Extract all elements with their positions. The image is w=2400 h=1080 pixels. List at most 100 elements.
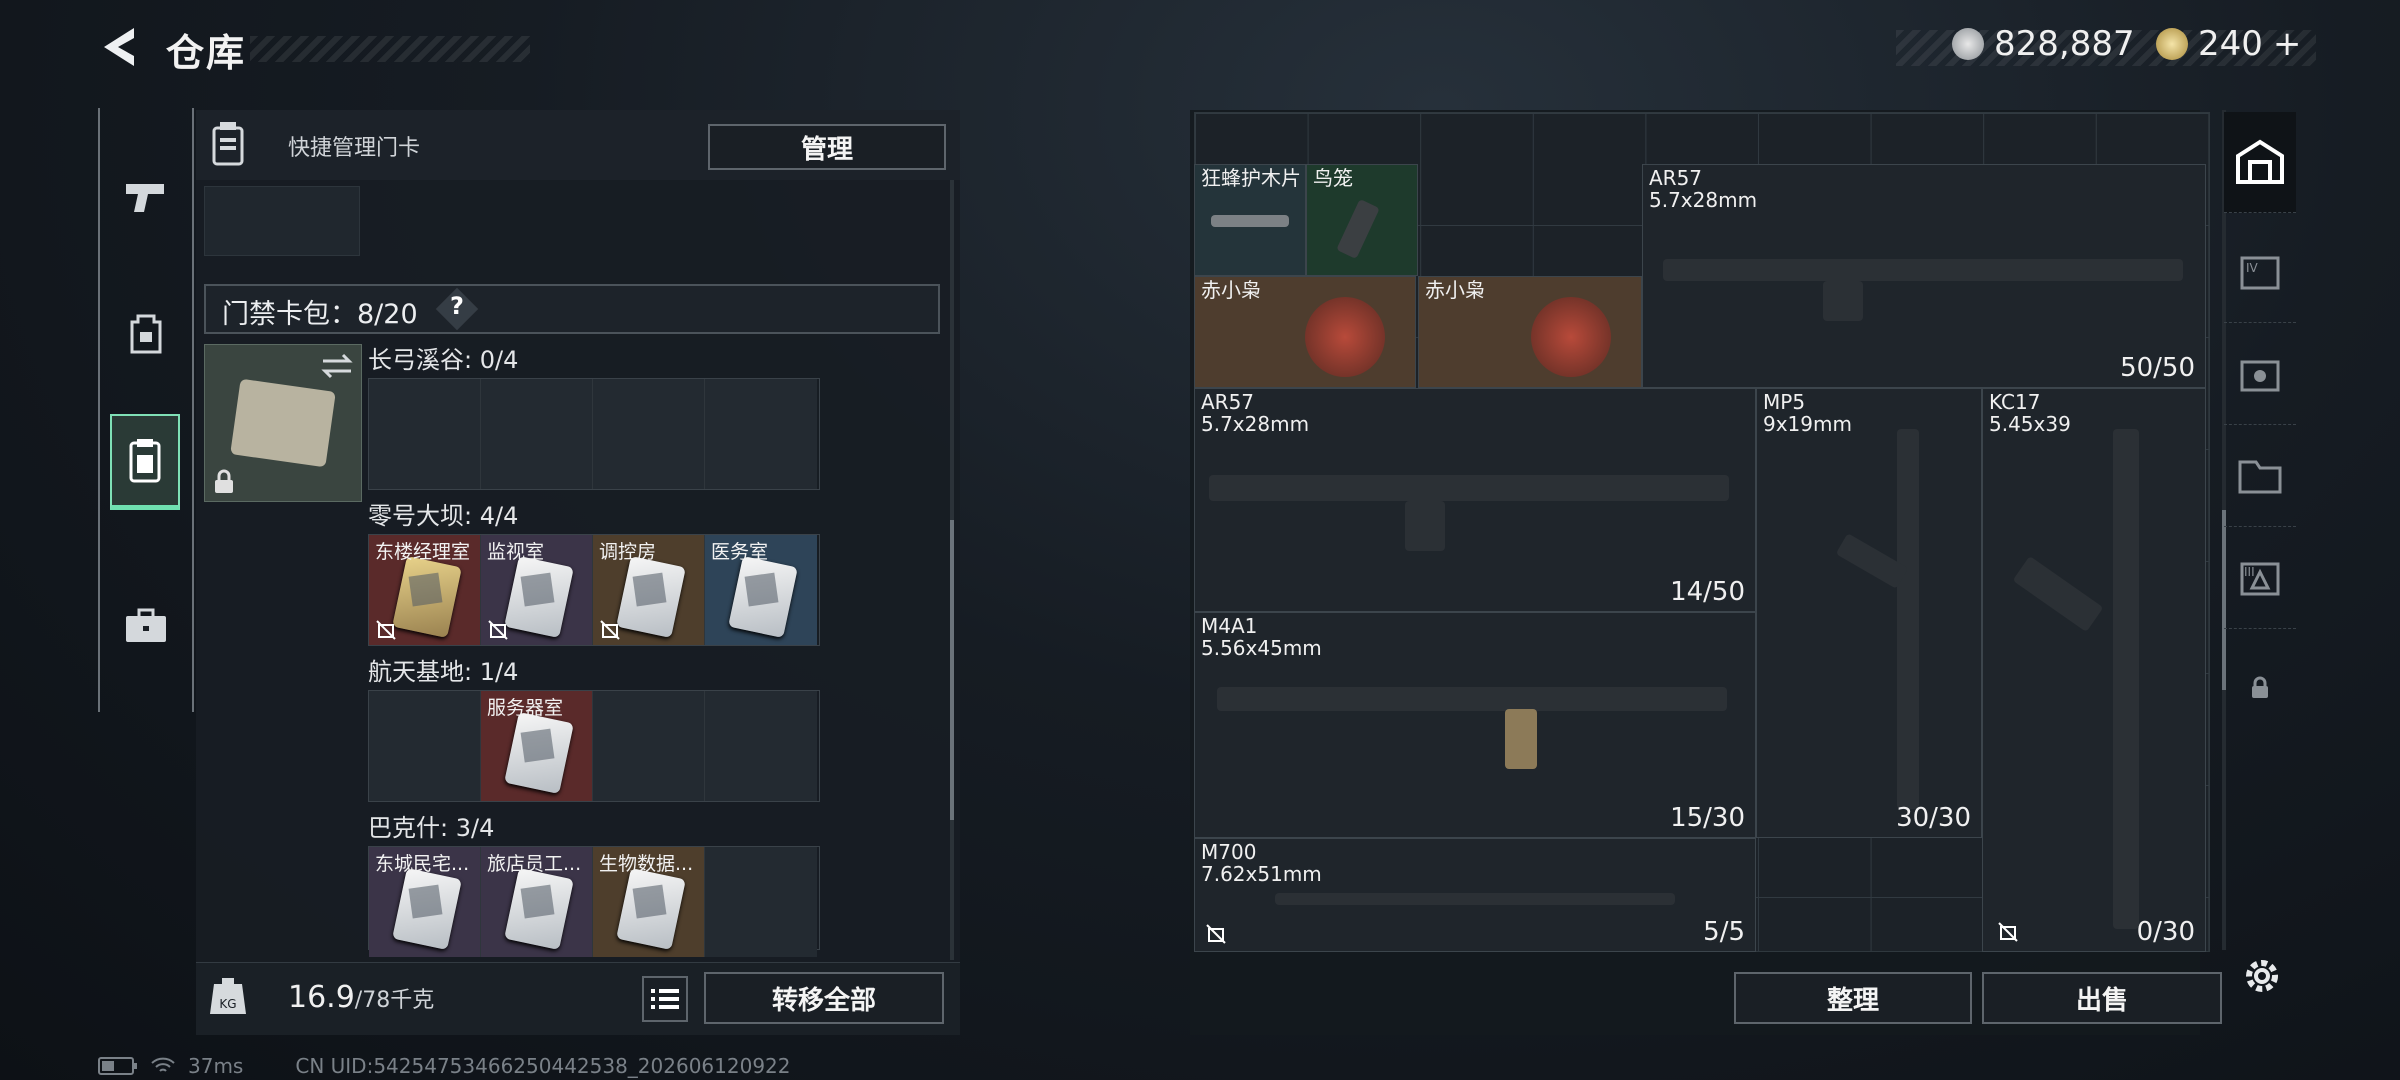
storage-item[interactable]: 赤小枭 <box>1194 276 1416 388</box>
ammo-count: 15/30 <box>1670 803 1745 833</box>
region-title-dam: 零号大坝: 4/4 <box>368 502 519 530</box>
keycard-label: 旅店员工... <box>487 853 582 875</box>
storage-item[interactable]: KC17 5.45x39 0/30 <box>1982 388 2206 952</box>
tab-briefcase[interactable] <box>100 578 192 674</box>
rifle-magazine <box>2012 555 2104 633</box>
item-name: KC17 5.45x39 <box>1989 390 2071 436</box>
item-name: M700 7.62x51mm <box>1201 840 1322 886</box>
storage-item[interactable]: 赤小枭 <box>1418 276 1642 388</box>
currency-premium[interactable]: 240 + <box>2156 24 2301 64</box>
ammo-count: 30/30 <box>1896 803 1971 833</box>
keycard-case-icon <box>208 120 258 170</box>
battery-icon <box>98 1057 137 1075</box>
keycard-slot[interactable]: 东城民宅... <box>369 847 481 957</box>
scrollbar-thumb[interactable] <box>950 520 954 820</box>
sniper-image <box>1275 893 1675 905</box>
keycard-slot[interactable] <box>593 379 705 489</box>
wifi-icon <box>151 1057 175 1072</box>
storage-item[interactable]: AR57 5.7x28mm 50/50 <box>1642 164 2206 388</box>
keycard-slot[interactable] <box>481 379 593 489</box>
title-decoration <box>250 36 530 62</box>
region-slots-longbow <box>368 378 820 490</box>
keycard-slot[interactable] <box>705 691 817 801</box>
keycard-slot[interactable] <box>705 847 817 957</box>
svg-text:IV: IV <box>2246 261 2259 275</box>
keycard-label: 调控房 <box>599 541 657 563</box>
tab-storage-4[interactable]: IV <box>2224 222 2296 323</box>
item-name: MP5 9x19mm <box>1763 390 1852 436</box>
tab-locked[interactable] <box>2224 638 2296 738</box>
sort-button[interactable]: 整理 <box>1734 972 1972 1024</box>
partial-item-slot[interactable] <box>204 186 360 256</box>
keycard-image <box>504 555 574 639</box>
svg-text:III: III <box>2244 565 2255 579</box>
smg-image <box>1897 429 1919 809</box>
help-icon[interactable]: ? <box>442 292 472 320</box>
keycard-slot[interactable] <box>705 379 817 489</box>
silver-coin-icon <box>1952 28 1984 60</box>
keycard-case-image <box>230 378 336 468</box>
rifle-magazine <box>1405 501 1445 551</box>
keycard-slot[interactable]: 生物数据... <box>593 847 705 957</box>
transfer-all-button[interactable]: 转移全部 <box>704 972 944 1024</box>
keycard-image <box>616 555 686 639</box>
storage-gear-icon <box>2240 360 2280 392</box>
storage-item[interactable]: 鸟笼 <box>1306 164 1418 276</box>
settings-gear-icon[interactable] <box>2240 954 2284 998</box>
storage-tabs: IV III <box>2224 112 2296 842</box>
storage-item[interactable]: MP5 9x19mm 30/30 <box>1756 388 1982 838</box>
region-slots-bakhsh: 东城民宅... 旅店员工... 生物数据... <box>368 846 820 957</box>
ping-readout: 37ms <box>188 1054 244 1078</box>
keycard-slot[interactable]: 医务室 <box>705 535 817 645</box>
keycard-image <box>392 555 462 639</box>
sell-button[interactable]: 出售 <box>1982 972 2222 1024</box>
no-transfer-icon <box>1206 924 1226 944</box>
keycard-slot[interactable]: 东楼经理室 <box>369 535 481 645</box>
storage-item[interactable]: M700 7.62x51mm 5/5 <box>1194 838 1756 952</box>
lock-icon <box>215 469 233 493</box>
rifle-grip <box>1823 281 1863 321</box>
region-slots-space-base: 服务器室 <box>368 690 820 802</box>
tab-backpack[interactable] <box>100 286 192 382</box>
premium-amount: 240 <box>2198 24 2263 64</box>
keycard-case-icon <box>129 438 161 482</box>
storage-item[interactable]: 狂蜂护木片 <box>1194 164 1306 276</box>
item-name: 鸟笼 <box>1313 166 1353 190</box>
region-title-space-base: 航天基地: 1/4 <box>368 658 519 686</box>
keycard-case-item[interactable] <box>204 344 362 502</box>
tab-all-storage[interactable] <box>2224 112 2296 213</box>
keycard-slot[interactable]: 调控房 <box>593 535 705 645</box>
keycard-slot[interactable] <box>369 379 481 489</box>
keycard-slot[interactable]: 监视室 <box>481 535 593 645</box>
add-premium-icon[interactable]: + <box>2273 24 2302 64</box>
item-name: 赤小枭 <box>1425 278 1485 302</box>
tab-storage-gear[interactable] <box>2224 324 2296 425</box>
keycard-slot[interactable] <box>369 691 481 801</box>
uid-readout: CN UID:54254753466250442538_202606120922 <box>295 1054 791 1078</box>
keycard-slot[interactable] <box>593 691 705 801</box>
list-view-button[interactable] <box>642 976 688 1022</box>
storage-item[interactable]: AR57 5.7x28mm 14/50 <box>1194 388 1756 612</box>
svg-text:KG: KG <box>219 997 236 1011</box>
item-name: M4A1 5.56x45mm <box>1201 614 1322 660</box>
card-pack-capacity: 门禁卡包：8/20 <box>222 299 418 330</box>
ammo-count: 50/50 <box>2120 353 2195 383</box>
back-arrow-icon[interactable] <box>96 22 146 72</box>
tab-weapons[interactable] <box>100 148 192 244</box>
weight-readout: 16.9/78千克 <box>288 980 434 1015</box>
keycard-slot[interactable]: 服务器室 <box>481 691 593 801</box>
tab-storage-3[interactable]: III <box>2224 528 2296 629</box>
birdcage-image <box>1336 198 1380 260</box>
rifle-image <box>1217 687 1727 711</box>
tab-keycards[interactable] <box>110 414 180 510</box>
storage-item[interactable]: M4A1 5.56x45mm 15/30 <box>1194 612 1756 838</box>
item-name: AR57 5.7x28mm <box>1201 390 1310 436</box>
rifle-image <box>1209 475 1729 501</box>
weight-max: /78千克 <box>354 988 435 1013</box>
keycard-label: 生物数据... <box>599 853 694 875</box>
manage-button[interactable]: 管理 <box>708 124 946 170</box>
storage-tab-4-icon: IV <box>2240 256 2280 290</box>
keycard-slot[interactable]: 旅店员工... <box>481 847 593 957</box>
swap-icon[interactable] <box>321 353 353 379</box>
tab-storage-folder[interactable] <box>2224 426 2296 527</box>
